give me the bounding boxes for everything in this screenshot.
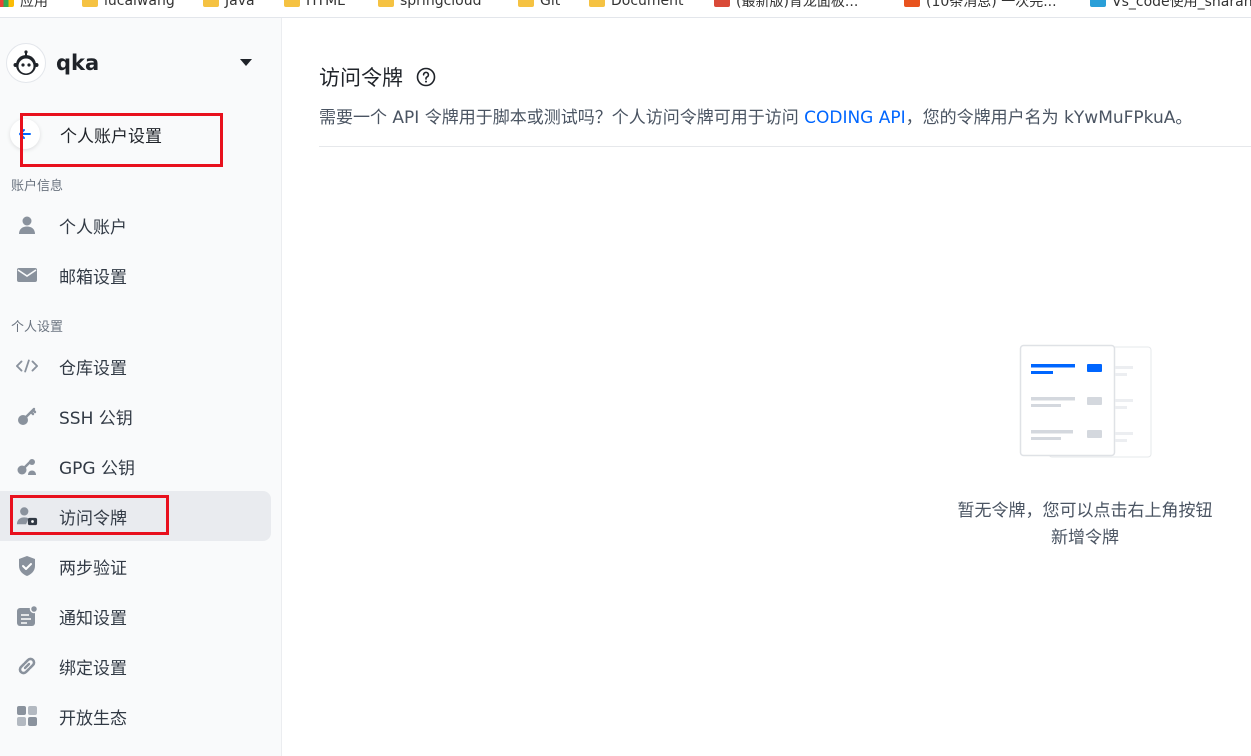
notification-icon xyxy=(16,605,38,627)
sidebar-item-two-factor[interactable]: 两步验证 xyxy=(0,541,271,591)
bookmark-springcloud[interactable]: springcloud xyxy=(378,0,482,10)
sidebar-item-ssh-key[interactable]: SSH 公钥 xyxy=(0,391,271,441)
workspace-avatar xyxy=(6,43,46,83)
sidebar-item-notifications[interactable]: 通知设置 xyxy=(0,591,271,641)
bookmark-git[interactable]: Git xyxy=(518,0,560,10)
gpg-key-icon xyxy=(16,455,38,477)
site-icon xyxy=(1090,0,1106,7)
sidebar-item-repo-settings[interactable]: 仓库设置 xyxy=(0,341,271,391)
code-icon xyxy=(16,355,38,377)
mail-icon xyxy=(16,264,38,286)
sidebar-item-binding[interactable]: 绑定设置 xyxy=(0,641,271,691)
sidebar-item-personal-account[interactable]: 个人账户 xyxy=(0,200,271,250)
site-icon xyxy=(714,0,730,7)
caret-down-icon[interactable] xyxy=(240,59,252,66)
coding-api-link[interactable]: CODING API xyxy=(804,108,906,128)
group-title-account: 账户信息 xyxy=(11,179,64,194)
workspace-name: qka xyxy=(56,51,100,75)
empty-state-message: 暂无令牌，您可以点击右上角按钮 新增令牌 xyxy=(957,501,1213,548)
link-icon xyxy=(16,655,38,677)
page-description: 需要一个 API 令牌用于脚本或测试吗？个人访问令牌可用于访问 CODING A… xyxy=(319,108,1193,128)
bookmark-site-1[interactable]: (最新版)青龙面板... xyxy=(714,0,858,10)
sidebar-item-email[interactable]: 邮箱设置 xyxy=(0,250,271,300)
folder-icon xyxy=(378,0,394,7)
divider xyxy=(319,146,1251,147)
sidebar-item-open-ecosystem[interactable]: 开放生态 xyxy=(0,691,271,741)
mascot-icon xyxy=(13,50,39,75)
page-header: 访问令牌 xyxy=(319,62,436,92)
bookmark-document[interactable]: Document xyxy=(589,0,684,10)
empty-state-illustration xyxy=(1019,344,1152,458)
bookmark-lucaiwang[interactable]: lucaiwang xyxy=(82,0,175,10)
folder-icon xyxy=(82,0,98,7)
shield-check-icon xyxy=(16,555,38,577)
folder-icon xyxy=(284,0,300,7)
site-icon xyxy=(904,0,920,7)
main-content: 访问令牌 需要一个 API 令牌用于脚本或测试吗？个人访问令牌可用于访问 COD… xyxy=(283,18,1251,756)
page-title: 访问令牌 xyxy=(319,66,403,90)
highlight-box-access-token xyxy=(10,495,169,535)
folder-icon xyxy=(589,0,605,7)
bookmark-site-3[interactable]: Vs_code使用_sharan... xyxy=(1090,0,1251,10)
user-icon xyxy=(16,214,38,236)
help-icon[interactable] xyxy=(416,67,436,87)
bookmark-html[interactable]: HTML xyxy=(284,0,345,10)
folder-icon xyxy=(518,0,534,7)
bookmark-java[interactable]: Java xyxy=(203,0,255,10)
grid-icon xyxy=(16,705,38,727)
folder-icon xyxy=(203,0,219,7)
workspace-switcher[interactable]: qka xyxy=(6,43,266,83)
bookmark-apps[interactable]: 应用 xyxy=(0,0,48,10)
bookmarks-bar: 应用 lucaiwang Java HTML springcloud Git D… xyxy=(0,0,1251,18)
highlight-box-account-settings xyxy=(20,113,223,167)
bookmark-site-2[interactable]: (10条消息) 一次完... xyxy=(904,0,1057,10)
group-title-personal: 个人设置 xyxy=(11,320,64,335)
key-icon xyxy=(16,405,38,427)
apps-icon xyxy=(0,0,14,7)
sidebar-item-gpg-key[interactable]: GPG 公钥 xyxy=(0,441,271,491)
